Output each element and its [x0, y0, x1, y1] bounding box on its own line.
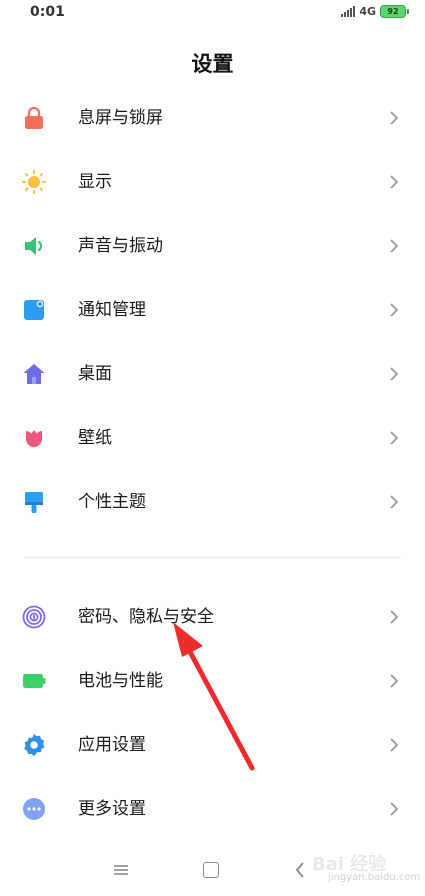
menu-item-more-settings[interactable]: 更多设置 [0, 777, 425, 841]
menu-item-label: 密码、隐私与安全 [78, 607, 214, 627]
back-icon[interactable] [294, 861, 306, 879]
chevron-right-icon [390, 367, 399, 381]
menu-item-label: 电池与性能 [78, 671, 163, 691]
status-indicators: 4G 92 [341, 5, 409, 18]
home-icon [23, 364, 45, 384]
brush-icon [25, 492, 43, 513]
chevron-right-icon [390, 802, 399, 816]
speaker-icon [25, 237, 43, 255]
menu-item-label: 桌面 [78, 364, 112, 384]
sun-icon [22, 170, 46, 194]
menu-item-label: 通知管理 [78, 300, 146, 320]
menu-item-app-settings[interactable]: 应用设置 [0, 713, 425, 777]
menu-item-battery-performance[interactable]: 电池与性能 [0, 649, 425, 713]
menu-item-display[interactable]: 显示 [0, 150, 425, 214]
status-time: 0:01 [30, 4, 65, 20]
more-icon [23, 798, 45, 820]
lock-icon [25, 106, 43, 129]
menu-item-desktop[interactable]: 桌面 [0, 342, 425, 406]
menu-item-notifications[interactable]: 通知管理 [0, 278, 425, 342]
menu-item-label: 个性主题 [78, 492, 146, 512]
menu-item-themes[interactable]: 个性主题 [0, 470, 425, 534]
menu-item-label: 声音与振动 [78, 236, 163, 256]
gear-icon [24, 734, 45, 756]
watermark-text: jingyan.baidu.com [328, 872, 421, 883]
chevron-right-icon [390, 738, 399, 752]
recent-apps-icon[interactable] [112, 862, 130, 878]
watermark: Bai 经验 jingyan.baidu.com [308, 840, 421, 890]
battery-icon [23, 674, 46, 688]
chevron-right-icon [390, 610, 399, 624]
battery-level: 92 [380, 5, 406, 18]
chevron-right-icon [390, 495, 399, 509]
menu-item-label: 更多设置 [78, 799, 146, 819]
menu-item-label: 息屏与锁屏 [78, 108, 163, 128]
menu-item-label: 显示 [78, 172, 112, 192]
battery-icon: 92 [380, 5, 409, 18]
menu-item-sound-vibration[interactable]: 声音与振动 [0, 214, 425, 278]
menu-item-lock-screen[interactable]: 息屏与锁屏 [0, 86, 425, 150]
chevron-right-icon [390, 239, 399, 253]
signal-icon [341, 6, 356, 17]
chevron-right-icon [390, 431, 399, 445]
tulip-icon [26, 430, 42, 447]
menu-item-wallpaper[interactable]: 壁纸 [0, 406, 425, 470]
notification-icon [24, 300, 44, 320]
menu-item-privacy-security[interactable]: 密码、隐私与安全 [0, 585, 425, 649]
fingerprint-icon [22, 605, 46, 629]
chevron-right-icon [390, 111, 399, 125]
page-title: 设置 [191, 52, 234, 76]
home-button[interactable] [203, 862, 219, 878]
menu-item-label: 壁纸 [78, 428, 112, 448]
network-type: 4G [359, 5, 376, 18]
chevron-right-icon [390, 303, 399, 317]
status-bar: 0:01 4G 92 [0, 0, 425, 28]
chevron-right-icon [390, 674, 399, 688]
chevron-right-icon [390, 175, 399, 189]
section-divider [24, 557, 401, 558]
menu-item-label: 应用设置 [78, 735, 146, 755]
